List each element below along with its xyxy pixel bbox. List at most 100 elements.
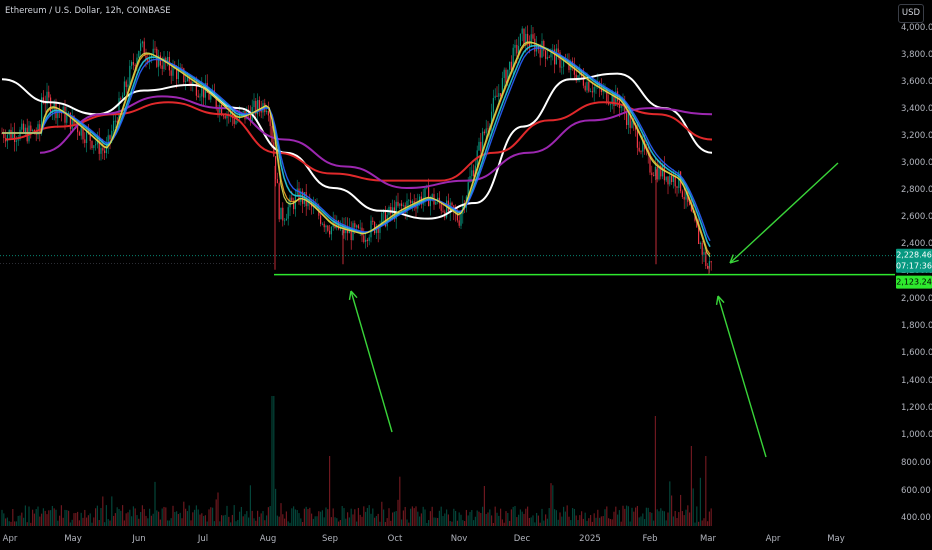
- candle-body: [78, 132, 80, 136]
- volume-bar: [710, 508, 712, 526]
- volume-bar: [498, 515, 500, 526]
- volume-bar: [460, 514, 462, 526]
- current-price-badge-text: 2,228.46: [896, 251, 932, 260]
- volume-bar: [132, 506, 134, 526]
- volume-bar: [444, 513, 446, 526]
- volume-bar: [8, 521, 10, 526]
- volume-bar: [159, 519, 161, 526]
- volume-bar: [258, 516, 260, 526]
- volume-bar: [266, 515, 268, 526]
- volume-bar: [104, 522, 106, 526]
- volume-bar: [122, 505, 124, 526]
- candle-body: [35, 133, 37, 135]
- volume-bar: [303, 508, 305, 526]
- volume-bar: [381, 501, 383, 526]
- volume-bar: [48, 510, 50, 526]
- volume-bar: [69, 522, 71, 526]
- volume-bar: [350, 508, 352, 526]
- volume-bar: [327, 509, 329, 526]
- volume-bar: [469, 511, 471, 526]
- volume-bar: [699, 477, 701, 526]
- volume-bar: [442, 516, 444, 526]
- volume-bar: [383, 509, 385, 526]
- volume-bar: [239, 511, 241, 526]
- candle-body: [365, 239, 367, 242]
- volume-bar: [332, 508, 334, 526]
- price-tick-label: 2,000.00: [901, 294, 932, 304]
- volume-bar: [179, 512, 181, 526]
- candle-body: [109, 135, 111, 140]
- candle-body: [667, 176, 669, 185]
- volume-bar: [356, 521, 358, 526]
- volume-bar: [512, 506, 514, 526]
- candle-body: [356, 225, 358, 228]
- volume-bar: [437, 517, 439, 526]
- volume-bar: [138, 518, 140, 526]
- volume-bar: [105, 505, 107, 526]
- volume-bar: [80, 512, 82, 526]
- volume-bar: [608, 518, 610, 526]
- volume-bar: [640, 516, 642, 526]
- volume-bar: [186, 511, 188, 526]
- volume-bar: [293, 506, 295, 526]
- volume-bar: [21, 512, 23, 526]
- volume-bar: [496, 512, 498, 526]
- candle-body: [64, 106, 66, 123]
- volume-bar: [456, 520, 458, 526]
- volume-bar: [33, 513, 35, 526]
- volume-bar: [600, 516, 602, 526]
- price-tick-label: 3,200.00: [901, 131, 932, 141]
- volume-bar: [114, 513, 116, 526]
- volume-bar: [458, 512, 460, 526]
- volume-bar: [366, 507, 368, 526]
- candle-body: [222, 115, 224, 117]
- candle-body: [122, 95, 124, 99]
- volume-bar: [19, 515, 21, 526]
- price-chart[interactable]: 4,000.00 3,800.00 3,600.00 3,400.00 3,200.00…: [0, 0, 932, 550]
- volume-bar: [401, 519, 403, 526]
- candle-body: [48, 91, 50, 98]
- candle-body: [557, 48, 559, 53]
- volume-bar: [564, 511, 566, 526]
- candle-body: [114, 120, 116, 122]
- volume-bar: [644, 519, 646, 526]
- currency-selector-button[interactable]: USD: [898, 4, 924, 23]
- volume-bar: [523, 513, 525, 526]
- volume-bar: [386, 518, 388, 526]
- volume-bar: [264, 520, 266, 526]
- candle-body: [199, 96, 201, 98]
- price-tick-label: 1,000.00: [901, 430, 932, 440]
- volume-bar: [485, 514, 487, 526]
- candle-body: [627, 113, 629, 126]
- candle-body: [478, 141, 480, 151]
- candle-body: [588, 81, 590, 92]
- volume-bar: [361, 516, 363, 526]
- volume-bar: [665, 520, 667, 526]
- volume-bar: [149, 508, 151, 526]
- volume-bar: [53, 508, 55, 526]
- volume-bar: [300, 518, 302, 526]
- volume-bar: [413, 508, 415, 526]
- candle-body: [460, 214, 462, 226]
- volume-bar: [591, 521, 593, 526]
- volume-bar: [59, 515, 61, 526]
- volume-bar: [514, 505, 516, 526]
- volume-bar: [269, 505, 271, 526]
- volume-bar: [158, 511, 160, 526]
- volume-bar: [213, 521, 215, 526]
- volume-bar: [334, 517, 336, 526]
- volume-bar: [622, 505, 624, 526]
- volume-bar: [354, 509, 356, 526]
- price-tick-label: 800.00: [901, 458, 931, 468]
- candle-body: [710, 261, 712, 263]
- volume-bar: [348, 517, 350, 526]
- candle-body: [503, 69, 505, 78]
- time-tick-label: May: [827, 534, 845, 544]
- candle-body: [242, 111, 244, 113]
- volume-bar: [86, 517, 88, 526]
- candle-body: [399, 203, 401, 206]
- volume-bar: [161, 508, 163, 526]
- support-price-badge-text: 2,123.24: [896, 278, 932, 287]
- candle-body: [397, 201, 399, 206]
- candle-body: [104, 150, 106, 154]
